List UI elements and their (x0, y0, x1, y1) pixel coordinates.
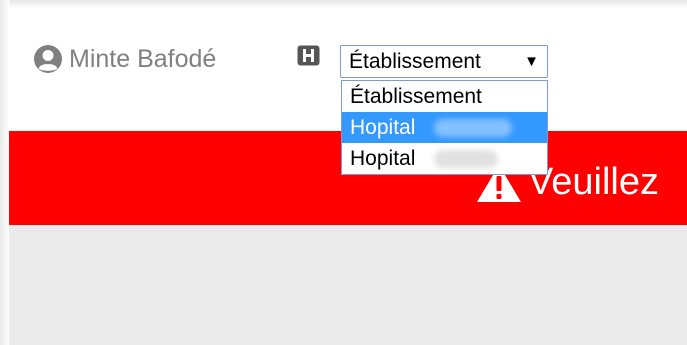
top-shadow (0, 0, 687, 8)
left-shadow (0, 0, 9, 345)
user-circle-icon (34, 45, 62, 73)
user-name: Minte Bafodé (69, 44, 217, 73)
dropdown-option[interactable]: Établissement (342, 81, 547, 112)
establishment-dropdown-list: Établissement Hopital Hopital (341, 80, 548, 175)
dropdown-option-highlighted[interactable]: Hopital (342, 112, 547, 143)
page: Minte Bafodé Établissement ▼ Établisseme… (0, 0, 687, 345)
establishment-select-value: Établissement (349, 50, 481, 73)
redacted-text (434, 119, 512, 137)
chevron-down-icon: ▼ (524, 53, 539, 70)
redacted-text (434, 150, 498, 168)
establishment-select[interactable]: Établissement ▼ (340, 45, 548, 78)
hospital-icon (297, 45, 320, 66)
content-area (9, 225, 687, 345)
dropdown-option[interactable]: Hopital (342, 143, 547, 174)
user-info[interactable]: Minte Bafodé (33, 44, 216, 74)
